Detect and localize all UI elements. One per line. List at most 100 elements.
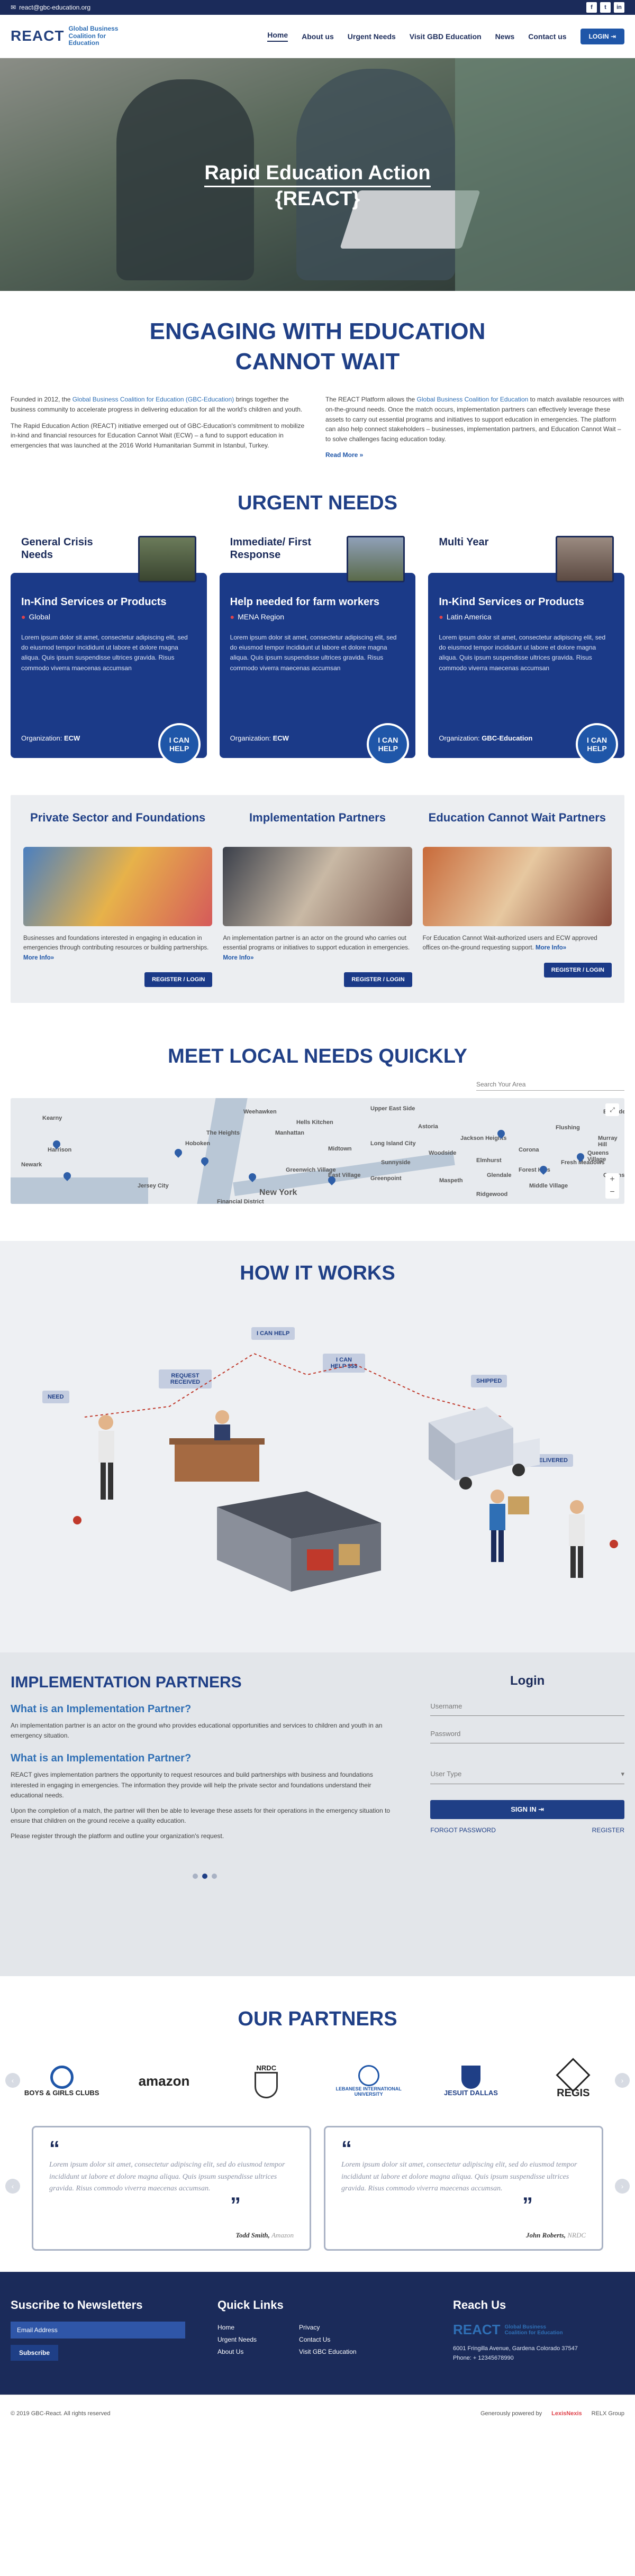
hero-title: Rapid Education Action {REACT} <box>204 162 431 210</box>
subscribe-button[interactable]: Subscribe <box>11 2345 59 2361</box>
partner-logo: BOYS & GIRLS CLUBS <box>22 2057 102 2105</box>
more-info-link[interactable]: More Info» <box>23 955 54 961</box>
copyright: © 2019 GBC-React. All rights reserved <box>11 2410 111 2417</box>
map-label: Weehawken <box>243 1109 277 1116</box>
footer-link[interactable]: Visit GBC Education <box>299 2346 357 2358</box>
lexisnexis-logo[interactable]: LexisNexis <box>551 2410 582 2417</box>
location-pin-icon: ● <box>21 612 26 621</box>
register-login-button[interactable]: REGISTER / LOGIN <box>344 972 412 988</box>
username-field[interactable]: Username <box>430 1697 624 1716</box>
chevron-right-icon[interactable]: › <box>615 2179 630 2194</box>
map-label: The Heights <box>206 1130 240 1137</box>
map-label: Greenpoint <box>370 1175 402 1182</box>
needs-map[interactable]: Kearny Weehawken Hoboken Newark Harrison… <box>11 1098 624 1204</box>
need-card[interactable]: Immediate/ First Response Help needed fo… <box>219 535 416 765</box>
fullscreen-icon[interactable]: ⤢ <box>605 1103 619 1117</box>
linkedin-icon[interactable]: in <box>614 2 624 13</box>
login-button[interactable]: LOGIN ⇥ <box>580 28 624 44</box>
nav-news[interactable]: News <box>495 32 515 41</box>
quote-close-icon: ” <box>230 2194 241 2217</box>
register-link[interactable]: REGISTER <box>592 1826 624 1834</box>
carousel-dot[interactable] <box>192 1873 198 1879</box>
map-label: Middle Village <box>529 1183 568 1190</box>
top-bar: ✉ react@gbc-education.org f t in <box>0 0 635 15</box>
map-label: Kearny <box>42 1115 62 1122</box>
login-icon: ⇥ <box>538 1805 545 1814</box>
need-title: Help needed for farm workers <box>230 596 379 608</box>
testimonial-card: “ Lorem ipsum dolor sit amet, consectetu… <box>32 2126 311 2251</box>
testimonial-author: John Roberts, NRDC <box>525 2231 586 2240</box>
register-login-button[interactable]: REGISTER / LOGIN <box>144 972 213 988</box>
map-label: Upper East Side <box>370 1106 415 1112</box>
faq-answer: Please register through the platform and… <box>11 1832 224 1840</box>
quote-open-icon: “ <box>341 2137 352 2161</box>
twitter-icon[interactable]: t <box>600 2 611 13</box>
section-title: IMPLEMENTATION PARTNERS <box>11 1674 242 1692</box>
newsletter-email-input[interactable]: Email Address <box>11 2322 185 2339</box>
map-label: Hoboken <box>185 1140 211 1147</box>
intro-paragraph: The REACT Platform allows the Global Bus… <box>325 396 624 443</box>
need-card[interactable]: Multi Year In-Kind Services or Products … <box>428 535 625 765</box>
user-type-select[interactable]: User Type ▾ <box>430 1765 624 1785</box>
carousel-dot[interactable] <box>202 1873 207 1879</box>
chevron-left-icon[interactable]: ‹ <box>5 2073 20 2088</box>
footer-link[interactable]: Urgent Needs <box>217 2334 257 2346</box>
footer-logo: REACT Global Business Coalition for Educa… <box>453 2322 563 2338</box>
carousel-dot[interactable] <box>211 1873 217 1879</box>
more-info-link[interactable]: More Info» <box>223 955 253 961</box>
site-logo[interactable]: REACT Global Business Coalition for Educ… <box>11 25 137 47</box>
faq-answer: Upon the completion of a match, the part… <box>11 1807 391 1825</box>
nav-home[interactable]: Home <box>267 31 288 42</box>
need-category: Immediate/ First Response <box>230 536 312 561</box>
gbc-link[interactable]: Global Business Coalition for Education <box>417 396 529 403</box>
contact-email[interactable]: ✉ react@gbc-education.org <box>11 4 90 11</box>
location-pin-icon: ● <box>230 612 235 621</box>
map-label: Sunnyside <box>381 1159 411 1166</box>
map-marker[interactable] <box>173 1147 184 1158</box>
map-label: Financial District <box>217 1199 264 1204</box>
footer: Suscribe to Newsletters Email Address Su… <box>0 2272 635 2395</box>
chevron-right-icon[interactable]: › <box>615 2073 630 2088</box>
i-can-help-button[interactable]: I CAN HELP <box>367 723 410 765</box>
need-description: Lorem ipsum dolor sit amet, consectetur … <box>21 633 188 672</box>
need-photo <box>556 535 614 582</box>
how-it-works-illustration: NEED REQUEST RECEIVED I CAN HELP I CAN H… <box>11 1285 624 1634</box>
register-login-button[interactable]: REGISTER / LOGIN <box>543 962 612 978</box>
map-pin-icon <box>73 1516 81 1525</box>
chevron-left-icon[interactable]: ‹ <box>5 2179 20 2194</box>
footer-link[interactable]: Contact Us <box>299 2334 357 2346</box>
section-title: MEET LOCAL NEEDS QUICKLY <box>168 1045 467 1068</box>
zoom-in-button[interactable]: + <box>605 1173 619 1186</box>
footer-link[interactable]: Home <box>217 2322 257 2334</box>
footer-link[interactable]: Privacy <box>299 2322 357 2334</box>
i-can-help-button[interactable]: I CAN HELP <box>576 723 619 765</box>
map-label: Elmhurst <box>476 1157 502 1164</box>
forgot-password-link[interactable]: FORGOT PASSWORD <box>430 1826 496 1834</box>
sign-in-button[interactable]: SIGN IN ⇥ <box>430 1800 624 1820</box>
facebook-icon[interactable]: f <box>586 2 597 13</box>
our-partners-section: OUR PARTNERS ‹ BOYS & GIRLS CLUBS amazon… <box>0 1976 635 2272</box>
nav-visit-gbd[interactable]: Visit GBD Education <box>410 32 482 41</box>
login-icon: ⇥ <box>610 32 616 40</box>
map-section: MEET LOCAL NEEDS QUICKLY Search Your Are… <box>0 1019 635 1220</box>
footer-heading: Reach Us <box>453 2298 506 2312</box>
need-card[interactable]: General Crisis Needs In-Kind Services or… <box>11 535 207 765</box>
nav-contact[interactable]: Contact us <box>528 32 566 41</box>
gbc-link[interactable]: Global Business Coalition for Education … <box>72 396 234 403</box>
read-more-link[interactable]: Read More » <box>325 451 363 459</box>
partner-logos: ‹ BOYS & GIRLS CLUBS amazon NRDC LEBANES… <box>5 2057 630 2105</box>
map-label: Woodside <box>429 1150 457 1157</box>
nav-urgent-needs[interactable]: Urgent Needs <box>348 32 396 41</box>
more-info-link[interactable]: More Info» <box>536 945 566 951</box>
password-field[interactable]: Password <box>430 1724 624 1744</box>
footer-link[interactable]: About Us <box>217 2346 257 2358</box>
i-can-help-button[interactable]: I CAN HELP <box>158 723 201 765</box>
relx-logo[interactable]: RELX Group <box>592 2410 624 2417</box>
mail-icon: ✉ <box>11 4 16 11</box>
faq-question: What is an Implementation Partner? <box>11 1703 192 1715</box>
zoom-out-button[interactable]: − <box>605 1186 619 1199</box>
map-label: Manhattan <box>275 1130 304 1137</box>
nav-about[interactable]: About us <box>302 32 334 41</box>
faq-question: What is an Implementation Partner? <box>11 1752 192 1765</box>
area-search-input[interactable]: Search Your Area <box>476 1079 624 1091</box>
